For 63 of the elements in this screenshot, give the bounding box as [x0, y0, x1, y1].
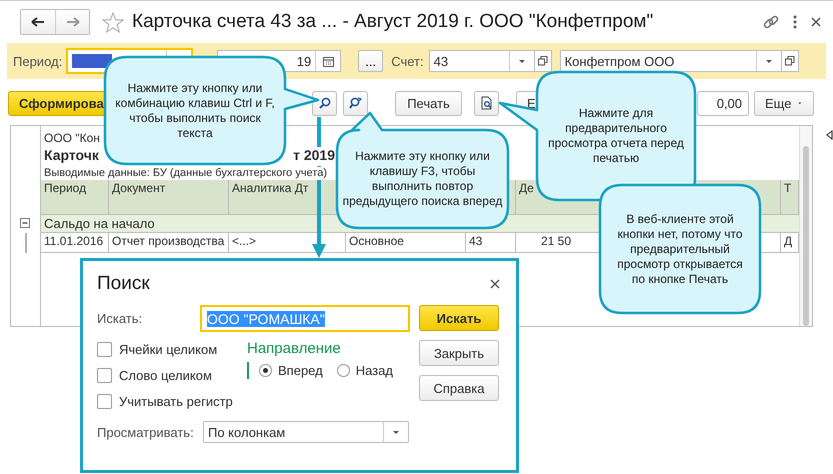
dialog-button[interactable]: Искать	[419, 305, 499, 331]
radio-label: Назад	[356, 363, 393, 378]
table-cell: Отчет производства	[109, 233, 229, 253]
direction-label: Направление	[247, 340, 342, 359]
radio-button[interactable]	[259, 364, 272, 377]
close-icon[interactable]	[490, 279, 500, 289]
open-button[interactable]	[782, 50, 799, 72]
more-icon[interactable]	[793, 15, 797, 29]
radio-label: Вперед	[278, 363, 323, 378]
link-icon[interactable]	[763, 14, 779, 30]
checkbox-label: Слово целиком	[119, 368, 212, 383]
checkbox[interactable]	[97, 368, 112, 383]
amount-field[interactable]: 0,00	[697, 90, 749, 116]
window-title: Карточка счета 43 за ... - Август 2019 г. ООО "Конфетпром"	[132, 11, 654, 33]
account-field[interactable]: 43	[428, 50, 535, 72]
radio-button[interactable]	[336, 364, 350, 377]
account-label: Счет:	[391, 54, 424, 68]
view-label: Просматривать:	[97, 424, 195, 440]
more-button[interactable]: Еще	[754, 90, 814, 116]
back-button[interactable]	[21, 10, 55, 34]
table-cell: 11.01.2016	[41, 233, 109, 253]
print-button[interactable]: Печать	[395, 90, 462, 116]
checkbox[interactable]	[97, 342, 112, 357]
open-button[interactable]	[534, 50, 552, 72]
column-header: Т	[781, 180, 799, 215]
select-period-button[interactable]: ...	[358, 50, 384, 72]
table-cell: <...>	[229, 233, 346, 253]
repeat-search-button[interactable]	[343, 90, 368, 116]
open-icon	[538, 56, 548, 66]
star-icon[interactable]	[102, 12, 124, 32]
dialog-title: Поиск	[97, 273, 150, 295]
repeat-search-icon	[349, 97, 362, 109]
checkbox[interactable]	[97, 394, 112, 409]
tooltip-text: Нажмите для предварительного просмотра отчета перед печатью	[547, 106, 685, 166]
report-organization: ООО "Кон	[44, 131, 100, 145]
tooltip-text: Нажмите эту кнопку или комбинацию клавиш Ctrl и F, чтобы выполнить поиск текста	[115, 80, 275, 140]
scrollbar[interactable]	[799, 126, 812, 326]
table-cell: Основное	[346, 233, 466, 253]
close-icon[interactable]	[811, 17, 821, 27]
search-label: Искать:	[97, 311, 144, 326]
search-icon	[318, 97, 330, 109]
tree-line	[24, 233, 26, 253]
arrow-icon[interactable]	[826, 130, 833, 140]
column-header: Период	[41, 180, 109, 215]
report-title: Карточк	[44, 147, 99, 165]
column-header: Документ	[109, 180, 229, 215]
dialog-button[interactable]: Закрыть	[419, 340, 499, 366]
period-label: Период:	[13, 54, 62, 68]
calendar-icon[interactable]	[322, 56, 334, 66]
arrow-left-icon	[31, 17, 45, 27]
report-title: т 2019	[293, 147, 335, 166]
checkbox-label: Ячейки целиком	[119, 342, 218, 357]
view-dropdown[interactable]: По колонкам	[203, 421, 409, 443]
arrow-right-icon	[66, 17, 80, 27]
checkbox-label: Учитывать регистр	[119, 394, 233, 409]
open-icon	[784, 56, 795, 66]
organization-field[interactable]: Конфетпром ООО	[560, 50, 782, 72]
dialog-button[interactable]: Справка	[419, 375, 499, 401]
print-preview-button[interactable]	[474, 90, 499, 116]
document-search-icon	[480, 96, 492, 110]
report-info: Выводимые данные: БУ (данные бухгалтерского учета)	[44, 167, 327, 180]
table-cell: 43	[466, 233, 516, 253]
search-button[interactable]	[312, 90, 337, 116]
